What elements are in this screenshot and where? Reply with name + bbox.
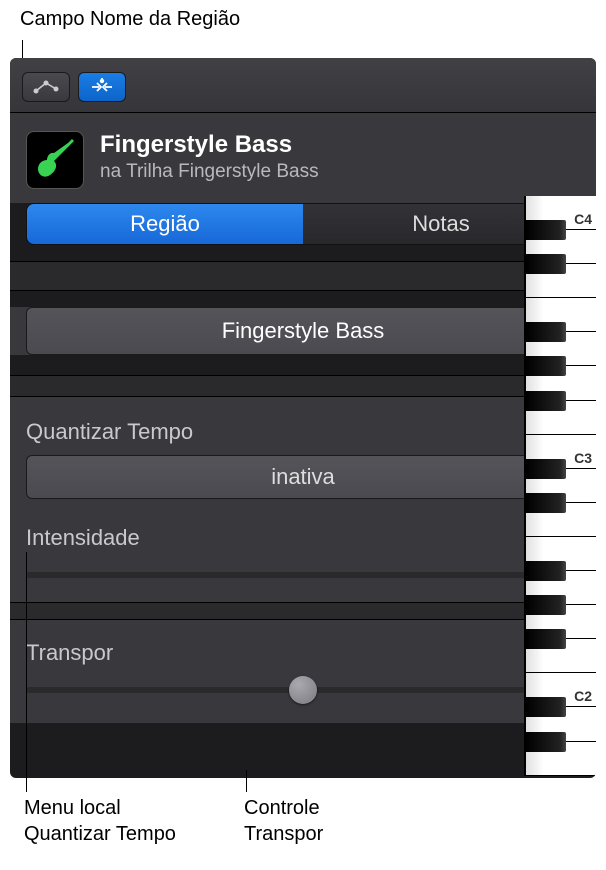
transpose-block: Transpor 0 xyxy=(10,620,596,723)
octave-label: C2 xyxy=(574,688,592,704)
header-text: Fingerstyle Bass na Trilha Fingerstyle B… xyxy=(100,131,580,183)
callout-line xyxy=(26,552,27,792)
callout-region-name-label: Campo Nome da Região xyxy=(20,8,240,31)
piano-ruler[interactable]: C4 C3 C2 xyxy=(524,196,596,776)
transpose-slider-thumb[interactable] xyxy=(289,676,317,704)
region-name-field[interactable]: Fingerstyle Bass xyxy=(26,307,580,355)
intensity-row: Intensidade 100 xyxy=(26,521,580,552)
callout-text: Controle xyxy=(244,795,323,821)
segmented-control: Região Notas xyxy=(26,203,580,245)
octave-label: C4 xyxy=(574,211,592,227)
quantize-time-dropdown[interactable]: inativa xyxy=(26,455,580,499)
quantize-block: Quantizar Tempo inativa Intensidade 100 xyxy=(10,397,596,602)
automation-tool-button[interactable] xyxy=(22,72,70,102)
catch-playhead-button[interactable] xyxy=(78,72,126,102)
callout-text: Menu local xyxy=(24,795,176,821)
region-title: Fingerstyle Bass xyxy=(100,131,580,159)
octave-label: C3 xyxy=(574,450,592,466)
callout-text: Transpor xyxy=(244,821,323,847)
transpose-row: Transpor 0 xyxy=(26,636,580,667)
instrument-icon xyxy=(26,131,84,189)
bass-guitar-icon xyxy=(32,137,78,183)
top-toolbar xyxy=(10,58,596,113)
section-divider xyxy=(10,375,596,397)
section-divider xyxy=(10,261,596,291)
transpose-slider[interactable] xyxy=(26,687,580,693)
callout-text: Quantizar Tempo xyxy=(24,821,176,847)
section-divider xyxy=(10,602,596,620)
intensity-label: Intensidade xyxy=(26,525,140,551)
region-subtitle: na Trilha Fingerstyle Bass xyxy=(100,161,580,183)
callout-transpose-control: Controle Transpor xyxy=(244,795,323,847)
callout-line xyxy=(246,770,247,792)
tab-region[interactable]: Região xyxy=(27,204,303,244)
callout-quantize-menu: Menu local Quantizar Tempo xyxy=(24,795,176,847)
inspector-panel: Fingerstyle Bass na Trilha Fingerstyle B… xyxy=(10,58,596,778)
quantize-value: inativa xyxy=(271,464,335,490)
quantize-label: Quantizar Tempo xyxy=(26,419,580,445)
transpose-label: Transpor xyxy=(26,640,113,666)
intensity-slider[interactable] xyxy=(26,572,580,578)
region-header: Fingerstyle Bass na Trilha Fingerstyle B… xyxy=(10,113,596,203)
automation-icon xyxy=(32,79,60,95)
catch-playhead-icon xyxy=(90,78,114,96)
